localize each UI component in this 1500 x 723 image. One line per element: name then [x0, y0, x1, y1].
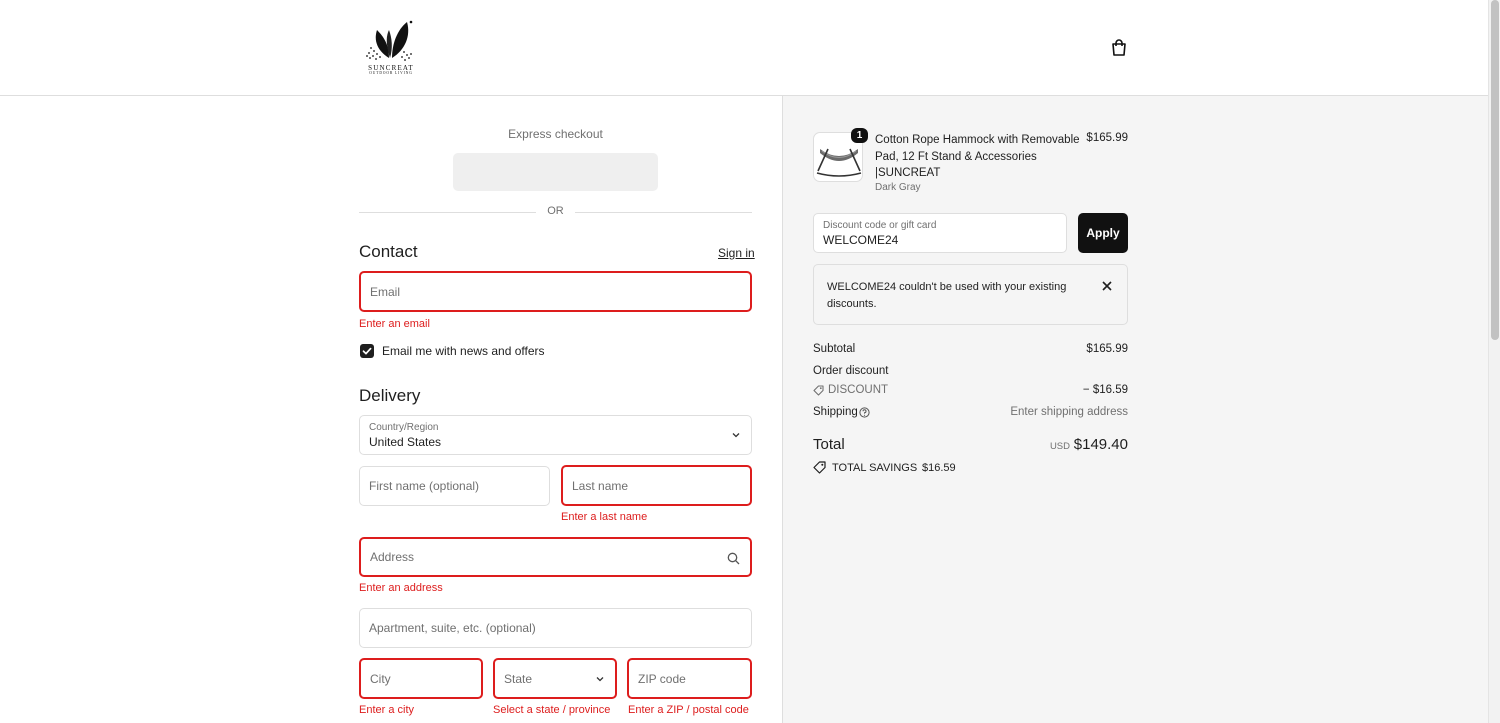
- last-name-error: Enter a last name: [561, 511, 648, 523]
- shipping-value: Enter shipping address: [1010, 406, 1128, 418]
- checkmark-icon: [362, 347, 372, 355]
- shipping-label: Shipping: [813, 406, 858, 418]
- apply-button[interactable]: Apply: [1078, 213, 1128, 253]
- total-label: Total: [813, 436, 845, 453]
- delivery-title: Delivery: [359, 386, 421, 405]
- first-name-field[interactable]: [359, 466, 550, 506]
- savings-label: TOTAL SAVINGS: [832, 462, 918, 474]
- savings-value: $16.59: [922, 462, 956, 474]
- currency-label: USD: [1049, 441, 1070, 452]
- newsletter-checkbox[interactable]: [360, 344, 374, 358]
- scrollbar-thumb[interactable]: [1491, 0, 1499, 340]
- address-error: Enter an address: [359, 582, 443, 594]
- email-input[interactable]: [361, 273, 750, 310]
- brand-logo[interactable]: SUNCREAT OUTDOOR LIVING: [359, 18, 423, 76]
- savings-tag-icon: [813, 461, 826, 474]
- zip-field[interactable]: [627, 658, 752, 699]
- country-value: United States: [369, 435, 442, 449]
- state-error: Select a state / province: [493, 704, 611, 716]
- shopping-bag-icon[interactable]: [1109, 38, 1129, 58]
- discount-label: Discount code or gift card: [823, 220, 937, 231]
- chevron-down-icon: [596, 676, 604, 681]
- brand-tagline: OUTDOOR LIVING: [369, 71, 413, 75]
- leaf-logo-icon: [366, 20, 413, 61]
- email-field[interactable]: [359, 271, 752, 312]
- discount-field[interactable]: Discount code or gift card WELCOME24: [813, 213, 1067, 253]
- or-divider: OR: [359, 205, 752, 219]
- city-field[interactable]: [359, 658, 483, 699]
- zip-error: Enter a ZIP / postal code: [628, 704, 749, 716]
- first-name-input[interactable]: [360, 467, 549, 505]
- last-name-field[interactable]: [561, 465, 752, 506]
- chevron-down-icon: [732, 433, 740, 438]
- sign-in-link[interactable]: Sign in: [718, 246, 755, 260]
- search-icon: [727, 552, 740, 565]
- contact-title: Contact: [359, 242, 418, 261]
- apartment-input[interactable]: [360, 609, 751, 647]
- newsletter-label: Email me with news and offers: [382, 344, 545, 358]
- product-price: $165.99: [1086, 132, 1128, 144]
- express-checkout-button[interactable]: [453, 153, 658, 191]
- express-checkout-label: Express checkout: [508, 127, 603, 141]
- apartment-field[interactable]: [359, 608, 752, 648]
- quantity-badge: 1: [851, 128, 868, 143]
- subtotal-value: $165.99: [1086, 343, 1128, 355]
- or-label: OR: [547, 205, 564, 217]
- discount-value: WELCOME24: [823, 233, 899, 247]
- discount-notice-text: WELCOME24 couldn't be used with your exi…: [827, 281, 1067, 310]
- state-select[interactable]: State: [493, 658, 617, 699]
- last-name-input[interactable]: [563, 467, 750, 504]
- product-title: Cotton Rope Hammock with Removable Pad, …: [875, 134, 1080, 179]
- email-error: Enter an email: [359, 318, 430, 330]
- subtotal-label: Subtotal: [813, 343, 856, 355]
- zip-input[interactable]: [629, 660, 750, 697]
- close-icon[interactable]: [1101, 280, 1113, 292]
- address-input[interactable]: [361, 539, 750, 575]
- tag-icon: [813, 385, 824, 396]
- product-variant: Dark Gray: [875, 182, 921, 193]
- total-value: $149.40: [1073, 436, 1128, 453]
- country-label: Country/Region: [369, 422, 439, 433]
- country-select[interactable]: Country/Region United States: [359, 415, 752, 455]
- page-scrollbar[interactable]: [1488, 0, 1500, 723]
- discount-notice: WELCOME24 couldn't be used with your exi…: [813, 264, 1128, 325]
- divider-line-right: [575, 212, 752, 213]
- discount-amount: − $16.59: [1082, 384, 1128, 396]
- order-discount-label: Order discount: [813, 365, 889, 377]
- city-error: Enter a city: [359, 704, 415, 716]
- address-field[interactable]: [359, 537, 752, 577]
- state-placeholder: State: [504, 671, 533, 686]
- discount-tag: DISCOUNT: [828, 384, 889, 396]
- help-icon[interactable]: [859, 407, 870, 418]
- header: SUNCREAT OUTDOOR LIVING: [0, 0, 1488, 96]
- city-input[interactable]: [361, 660, 481, 697]
